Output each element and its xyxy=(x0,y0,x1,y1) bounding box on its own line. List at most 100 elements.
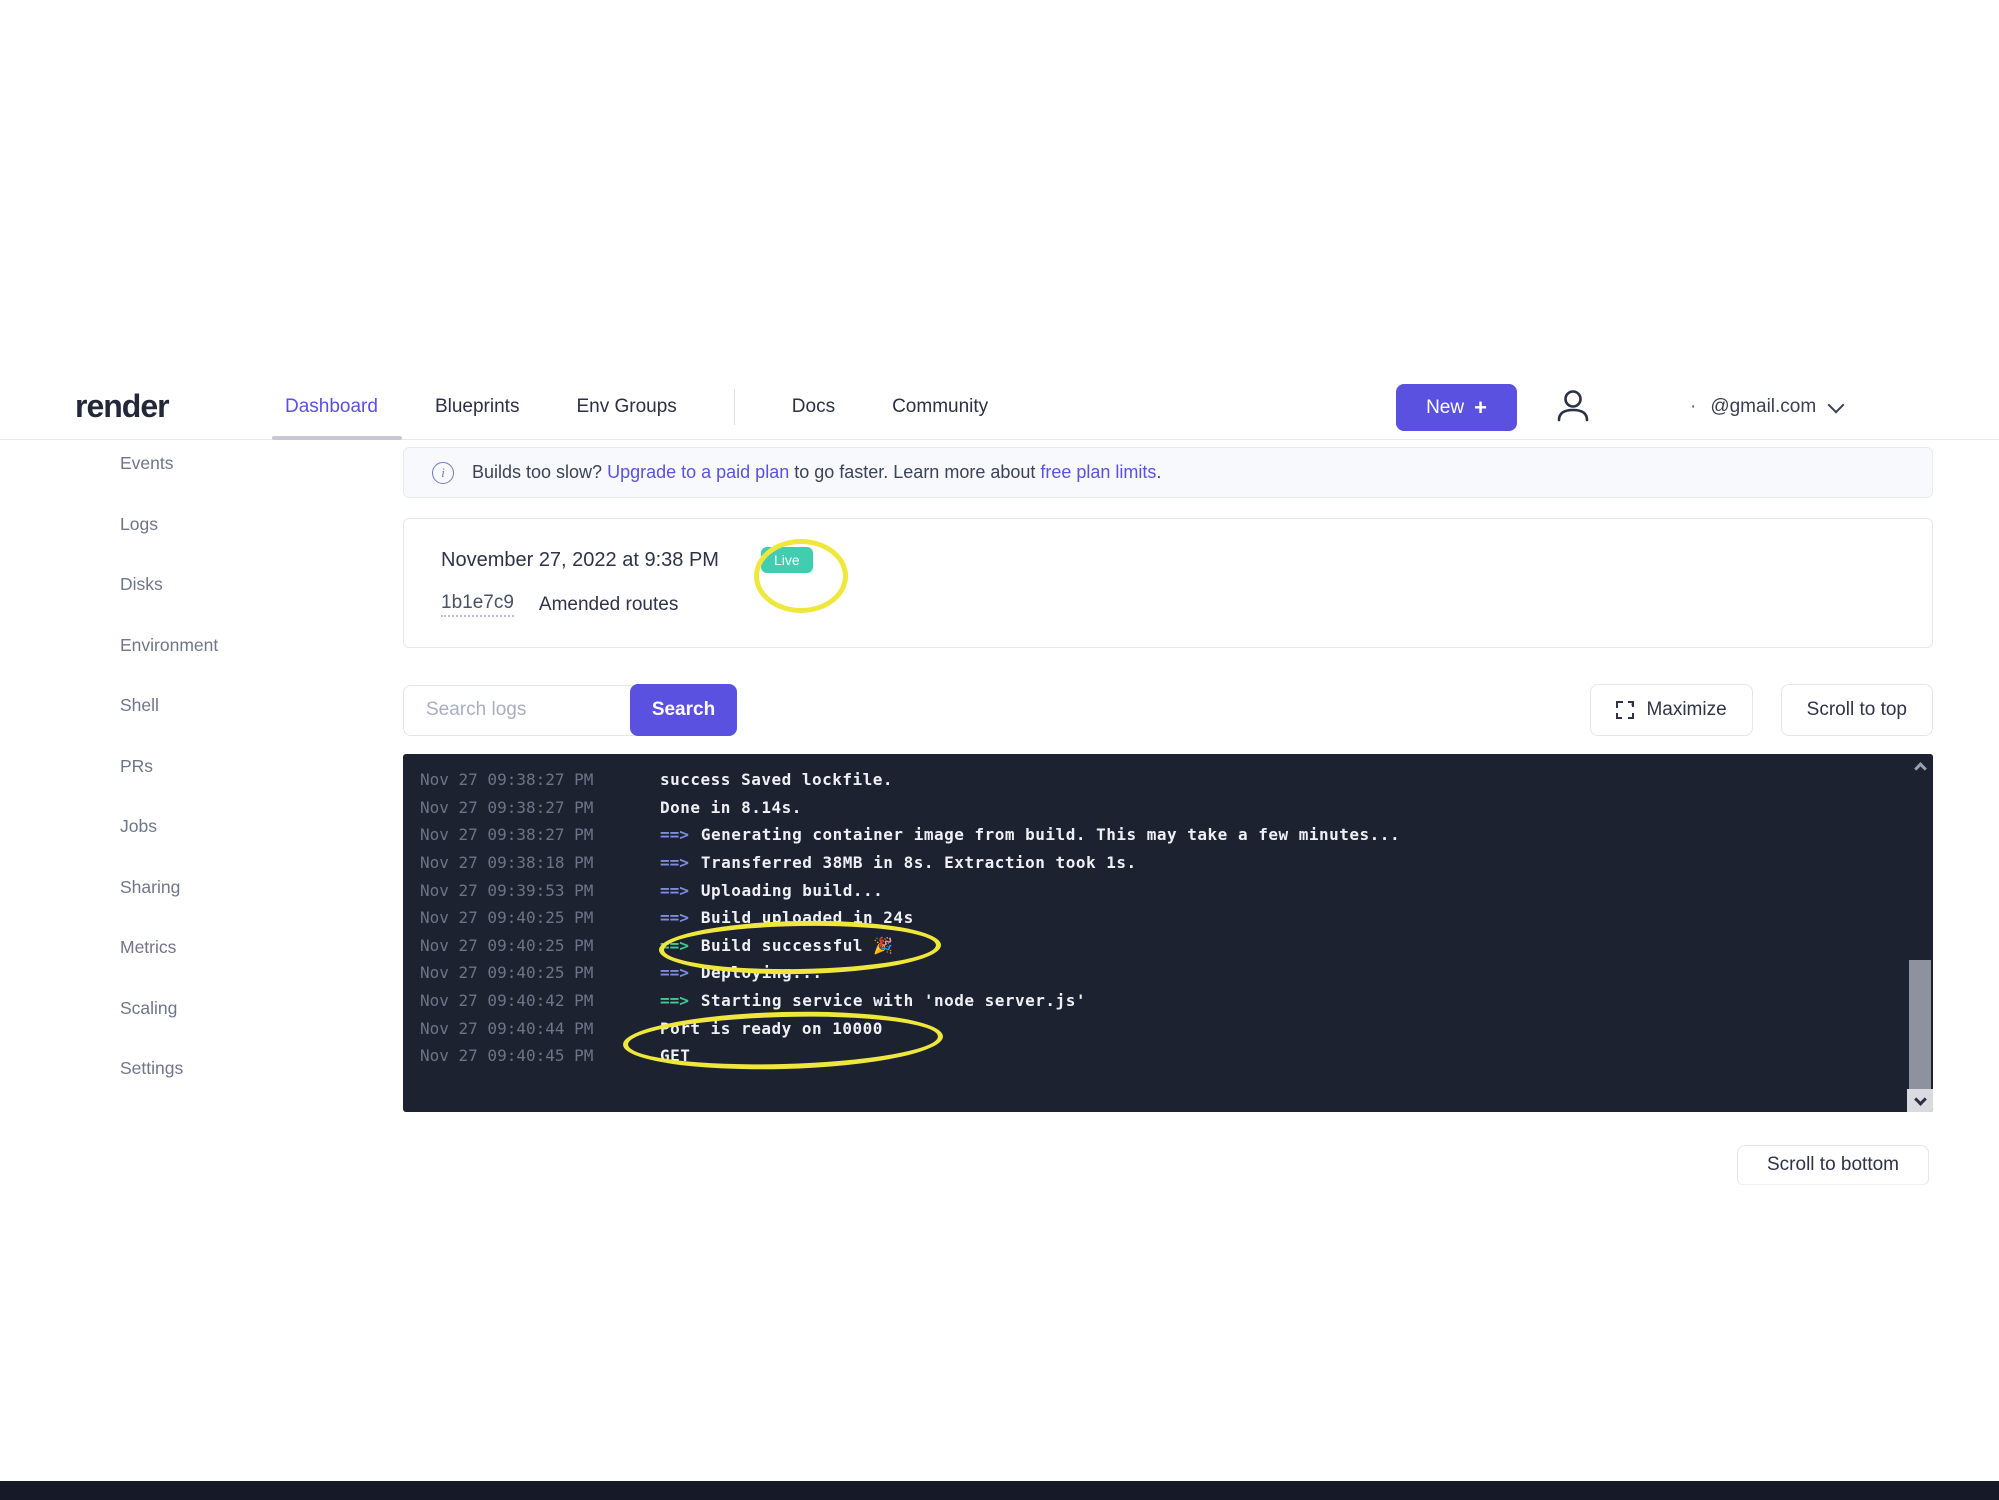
search-logs-input[interactable] xyxy=(403,685,636,736)
maximize-button[interactable]: Maximize xyxy=(1590,684,1752,736)
banner-suffix: . xyxy=(1156,462,1161,482)
log-line: Nov 27 09:38:27 PMsuccess Saved lockfile… xyxy=(403,766,1933,794)
sidebar-item-shell[interactable]: Shell xyxy=(120,695,310,719)
active-tab-indicator xyxy=(272,436,402,440)
maximize-label: Maximize xyxy=(1646,699,1726,721)
scrollbar-up-arrow-icon[interactable] xyxy=(1907,754,1933,778)
log-message: Generating container image from build. T… xyxy=(701,825,1400,844)
log-line: Nov 27 09:40:44 PMPort is ready on 10000 xyxy=(403,1014,1933,1042)
log-line: Nov 27 09:40:25 PM==> Build successful 🎉 xyxy=(403,932,1933,960)
log-timestamp: Nov 27 09:38:27 PM xyxy=(420,770,660,789)
new-button[interactable]: New + xyxy=(1396,384,1517,431)
log-arrow-icon: ==> xyxy=(660,991,689,1010)
log-message: Uploading build... xyxy=(701,881,883,900)
commit-message: Amended routes xyxy=(539,594,678,616)
sidebar-item-scaling[interactable]: Scaling xyxy=(120,998,310,1022)
log-message: success Saved lockfile. xyxy=(660,770,893,789)
scroll-to-bottom-button[interactable]: Scroll to bottom xyxy=(1737,1145,1929,1185)
nav-item-docs[interactable]: Docs xyxy=(792,396,835,418)
upgrade-banner: i Builds too slow? Upgrade to a paid pla… xyxy=(403,447,1933,498)
log-arrow-icon: ==> xyxy=(660,936,689,955)
log-arrow-icon: ==> xyxy=(660,908,689,927)
banner-middle: to go faster. Learn more about xyxy=(789,462,1040,482)
log-timestamp: Nov 27 09:40:42 PM xyxy=(420,991,660,1010)
log-line: Nov 27 09:40:45 PMGET xyxy=(403,1042,1933,1070)
log-line: Nov 27 09:39:53 PM==> Uploading build... xyxy=(403,876,1933,904)
log-terminal[interactable]: Nov 27 09:38:27 PMsuccess Saved lockfile… xyxy=(403,754,1933,1112)
sidebar-item-jobs[interactable]: Jobs xyxy=(120,816,310,840)
log-arrow-icon: ==> xyxy=(660,853,689,872)
top-navigation: render Dashboard Blueprints Env Groups Docs… xyxy=(0,375,1999,440)
deploy-date: November 27, 2022 at 9:38 PM xyxy=(441,549,719,572)
deploy-card: November 27, 2022 at 9:38 PM Live 1b1e7c… xyxy=(403,518,1933,648)
main-content: i Builds too slow? Upgrade to a paid pla… xyxy=(403,447,1933,1112)
render-logo[interactable]: render xyxy=(75,388,169,425)
nav-item-community[interactable]: Community xyxy=(892,396,988,418)
log-message: Transferred 38MB in 8s. Extraction took … xyxy=(701,853,1137,872)
bottom-dark-bar xyxy=(0,1481,1999,1500)
user-avatar-icon[interactable] xyxy=(1552,386,1594,428)
nav-item-blueprints[interactable]: Blueprints xyxy=(435,396,520,418)
scrollbar-thumb[interactable] xyxy=(1909,960,1931,1090)
primary-nav: Dashboard Blueprints Env Groups Docs Communi… xyxy=(285,375,1045,439)
log-line: Nov 27 09:40:25 PM==>Deploying... xyxy=(403,959,1933,987)
plus-icon: + xyxy=(1474,395,1487,421)
info-icon: i xyxy=(432,462,454,484)
log-message: Port is ready on 10000 xyxy=(660,1019,883,1038)
log-message: Deploying... xyxy=(701,963,823,982)
log-line: Nov 27 09:38:27 PMDone in 8.14s. xyxy=(403,794,1933,822)
log-arrow-icon: ==> xyxy=(660,881,689,900)
page: render Dashboard Blueprints Env Groups Docs… xyxy=(0,0,1999,1500)
sidebar-item-sharing[interactable]: Sharing xyxy=(120,877,310,901)
search-button[interactable]: Search xyxy=(630,684,737,736)
logs-toolbar: Search Maximize Scroll to top xyxy=(403,684,1933,736)
log-timestamp: Nov 27 09:38:27 PM xyxy=(420,798,660,817)
log-arrow-icon: ==> xyxy=(660,825,689,844)
sidebar-item-environment[interactable]: Environment xyxy=(120,635,310,659)
account-menu[interactable]: · @gmail.com xyxy=(1690,375,1842,439)
scrollbar-down-arrow-icon[interactable] xyxy=(1907,1089,1933,1112)
free-plan-limits-link[interactable]: free plan limits xyxy=(1040,462,1156,482)
sidebar-item-prs[interactable]: PRs xyxy=(120,756,310,780)
log-timestamp: Nov 27 09:40:25 PM xyxy=(420,936,660,955)
log-timestamp: Nov 27 09:38:27 PM xyxy=(420,825,660,844)
log-message: Starting service with 'node server.js' xyxy=(701,991,1086,1010)
nav-item-dashboard[interactable]: Dashboard xyxy=(285,396,378,418)
log-message: Build successful 🎉 xyxy=(701,936,894,955)
nav-divider xyxy=(734,389,735,425)
deploy-commit-row: 1b1e7c9 Amended routes xyxy=(441,592,1895,617)
log-timestamp: Nov 27 09:40:45 PM xyxy=(420,1046,660,1065)
log-line: Nov 27 09:40:25 PM==> Build uploaded in 2… xyxy=(403,904,1933,932)
sidebar-item-metrics[interactable]: Metrics xyxy=(120,937,310,961)
banner-prefix: Builds too slow? xyxy=(472,462,607,482)
sidebar-item-logs[interactable]: Logs xyxy=(120,514,310,538)
log-message: Done in 8.14s. xyxy=(660,798,802,817)
new-button-label: New xyxy=(1426,397,1464,419)
upgrade-link[interactable]: Upgrade to a paid plan xyxy=(607,462,789,482)
sidebar-item-events[interactable]: Events xyxy=(120,453,310,477)
nav-item-env-groups[interactable]: Env Groups xyxy=(576,396,676,418)
sidebar-item-disks[interactable]: Disks xyxy=(120,574,310,598)
log-timestamp: Nov 27 09:38:18 PM xyxy=(420,853,660,872)
log-message: Build uploaded in 24s xyxy=(701,908,914,927)
deploy-header-row: November 27, 2022 at 9:38 PM Live xyxy=(441,547,1895,573)
log-line: Nov 27 09:38:18 PM==> Transferred 38MB in… xyxy=(403,849,1933,877)
sidebar-item-settings[interactable]: Settings xyxy=(120,1058,310,1082)
sidebar: Events Logs Disks Environment Shell PRs Jobs Sh… xyxy=(120,453,310,1119)
log-timestamp: Nov 27 09:39:53 PM xyxy=(420,881,660,900)
account-separator: · xyxy=(1690,396,1696,418)
person-icon xyxy=(1552,386,1594,428)
banner-text: Builds too slow? Upgrade to a paid plan … xyxy=(472,462,1161,483)
commit-hash-link[interactable]: 1b1e7c9 xyxy=(441,592,514,617)
maximize-icon xyxy=(1616,701,1634,719)
log-timestamp: Nov 27 09:40:25 PM xyxy=(420,963,660,982)
terminal-scrollbar[interactable] xyxy=(1907,754,1933,1112)
log-line: Nov 27 09:38:27 PM==> Generating containe… xyxy=(403,821,1933,849)
account-email: @gmail.com xyxy=(1710,396,1816,418)
log-timestamp: Nov 27 09:40:25 PM xyxy=(420,908,660,927)
log-lines: Nov 27 09:38:27 PMsuccess Saved lockfile… xyxy=(403,754,1933,1070)
scroll-to-top-button[interactable]: Scroll to top xyxy=(1781,684,1933,736)
live-status-badge: Live xyxy=(761,547,813,573)
log-line: Nov 27 09:40:42 PM==> Starting service wi… xyxy=(403,987,1933,1015)
chevron-down-icon xyxy=(1828,396,1845,413)
